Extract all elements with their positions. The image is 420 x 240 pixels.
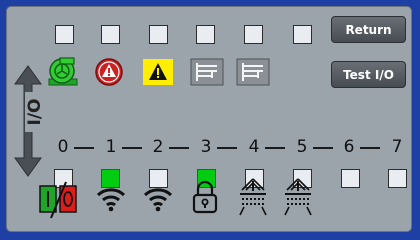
sensor-array-icon xyxy=(284,178,312,216)
channel-number-6: 6 xyxy=(343,137,355,157)
channel-separator xyxy=(74,147,94,149)
channel-number-3: 3 xyxy=(200,137,212,157)
status-box-2 xyxy=(101,25,120,44)
test-io-button[interactable]: Test I/O xyxy=(331,61,406,88)
channel-number-0: 0 xyxy=(57,137,69,157)
red-alarm-icon xyxy=(95,58,123,86)
channel-separator xyxy=(265,147,285,149)
status-box-1 xyxy=(55,25,74,44)
status-box-3 xyxy=(149,25,168,44)
wifi-icon xyxy=(96,188,126,212)
valve-grey-icon xyxy=(236,58,270,86)
channel-number-5: 5 xyxy=(296,137,308,157)
channel-separator xyxy=(169,147,189,149)
status-box-5 xyxy=(244,25,263,44)
channel-box-7 xyxy=(388,169,407,188)
channel-separator xyxy=(122,147,142,149)
channel-separator xyxy=(360,147,380,149)
valve-grey-icon xyxy=(190,58,224,86)
power-switch-icon xyxy=(39,181,77,219)
channel-number-4: 4 xyxy=(248,137,260,157)
channel-number-2: 2 xyxy=(152,137,164,157)
wifi-icon xyxy=(143,188,173,212)
channel-separator xyxy=(313,147,333,149)
channel-number-1: 1 xyxy=(105,137,117,157)
io-label: I/O xyxy=(25,92,45,132)
channel-number-7: 7 xyxy=(391,137,403,157)
status-box-4 xyxy=(196,25,215,44)
channel-box-6 xyxy=(341,169,360,188)
channel-separator xyxy=(217,147,237,149)
status-box-6 xyxy=(293,25,312,44)
lock-icon xyxy=(192,180,218,214)
yellow-warning-icon xyxy=(143,59,173,85)
green-pump-icon xyxy=(48,57,78,86)
sensor-array-icon xyxy=(239,178,267,216)
return-button[interactable]: Return xyxy=(331,16,406,43)
